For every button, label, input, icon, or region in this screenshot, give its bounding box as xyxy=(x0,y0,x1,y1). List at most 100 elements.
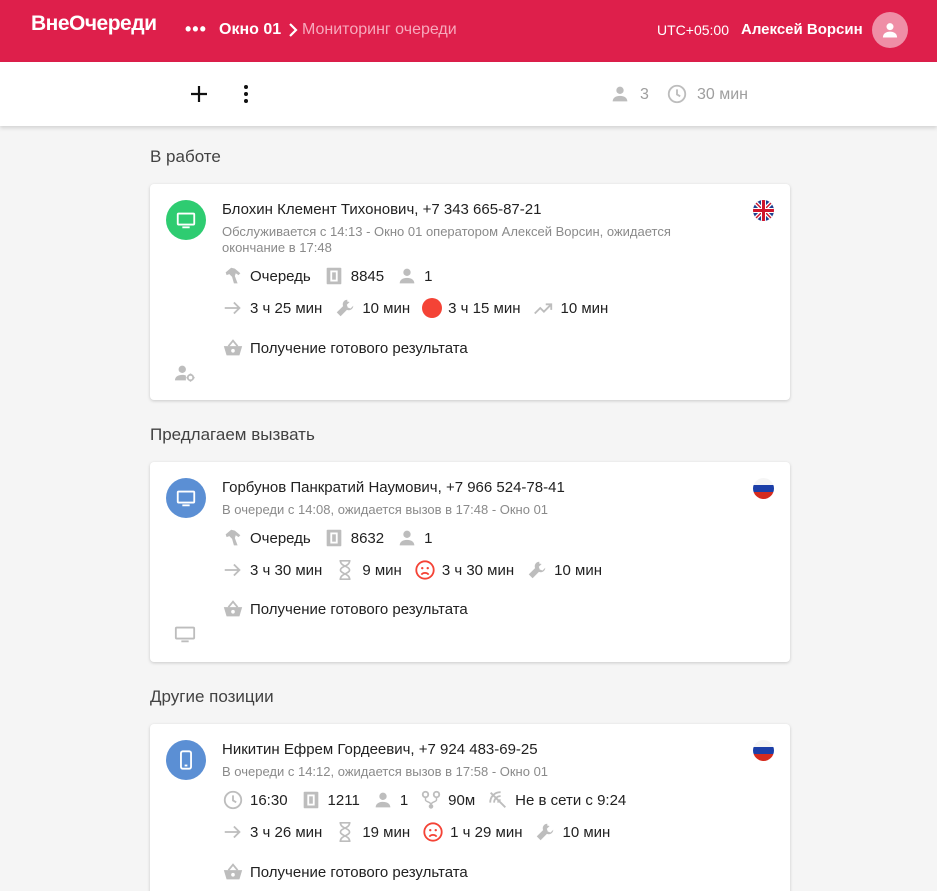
service-name: Получение готового результата xyxy=(250,863,468,881)
wait-time: 9 мин xyxy=(362,561,402,579)
brand-logo[interactable]: ВнеОчереди xyxy=(31,12,157,36)
duration: 3 ч 26 мин xyxy=(250,823,323,841)
queue-card[interactable]: Горбунов Панкратий Наумович, +7 966 524-… xyxy=(150,462,790,662)
app-header: ВнеОчереди ••• Окно 01 Мониторинг очеред… xyxy=(0,0,937,62)
appointment-time: 16:30 xyxy=(250,791,288,809)
ticket-number: 1211 xyxy=(327,791,360,809)
service-time: 10 мин xyxy=(554,561,602,579)
persons-count: 1 xyxy=(399,791,409,809)
person-icon xyxy=(396,527,418,549)
queue-card[interactable]: Блохин Клемент Тихонович, +7 343 665-87-… xyxy=(150,184,790,400)
person-icon xyxy=(372,789,394,811)
service-name: Получение готового результата xyxy=(250,339,468,357)
client-type-badge xyxy=(166,478,206,518)
clock-icon xyxy=(222,789,244,811)
client-name: Блохин Клемент Тихонович, +7 343 665-87-… xyxy=(222,201,542,218)
avatar[interactable] xyxy=(872,12,908,48)
trend-time: 10 мин xyxy=(560,299,609,317)
sad-time: 3 ч 30 мин xyxy=(441,561,515,579)
client-status: В очереди с 14:08, ожидается вызов в 17:… xyxy=(222,502,549,517)
client-name: Никитин Ефрем Гордеевич, +7 924 483-69-2… xyxy=(222,741,538,758)
wait-time: 30 мин xyxy=(697,86,749,103)
ticket-icon xyxy=(323,265,345,287)
basket-icon xyxy=(222,861,244,883)
distance: 90м xyxy=(448,791,476,809)
hourglass-icon xyxy=(334,821,356,843)
sad-face-icon xyxy=(422,821,444,843)
card-service-row: Получение готового результата xyxy=(222,336,480,360)
monitor-icon[interactable] xyxy=(174,623,196,645)
duration: 3 ч 30 мин xyxy=(250,561,323,579)
card-info-row: Очередь 8632 1 xyxy=(222,526,444,550)
card-info-row: 16:30 1211 1 90м Не в сети с 9:24 xyxy=(222,788,638,812)
wrench-icon xyxy=(534,821,556,843)
person-icon xyxy=(612,86,628,102)
account-icon xyxy=(882,23,898,38)
arrow-right-icon xyxy=(222,821,244,843)
queue-card[interactable]: Никитин Ефрем Гордеевич, +7 924 483-69-2… xyxy=(150,724,790,891)
status-time: 3 ч 15 мин xyxy=(448,299,521,317)
monitor-icon xyxy=(176,490,196,507)
offline-status: Не в сети с 9:24 xyxy=(515,791,627,809)
ticket-icon xyxy=(300,789,322,811)
client-name: Горбунов Панкратий Наумович, +7 966 524-… xyxy=(222,479,565,496)
smartphone-icon xyxy=(180,750,192,770)
card-info-row: Очередь 8845 1 xyxy=(222,264,444,288)
ticket-number: 8632 xyxy=(350,529,385,547)
person-icon xyxy=(396,265,418,287)
user-name[interactable]: Алексей Ворсин xyxy=(741,21,863,38)
card-service-row: Получение готового результата xyxy=(222,860,480,884)
breadcrumb-page: Мониторинг очереди xyxy=(302,21,457,38)
ticket-icon xyxy=(323,527,345,549)
section-title-other: Другие позиции xyxy=(150,687,274,706)
trending-up-icon xyxy=(532,297,554,319)
wait-time: 19 мин xyxy=(362,823,411,841)
status-red-dot-icon xyxy=(422,298,443,318)
route-icon xyxy=(420,789,442,811)
sad-time: 1 ч 29 мин xyxy=(450,823,523,841)
more-vert-icon[interactable] xyxy=(236,83,256,105)
queue-horse-icon xyxy=(222,265,244,287)
client-type-badge xyxy=(166,740,206,780)
no-signal-icon xyxy=(487,789,509,811)
queue-label: Очередь xyxy=(250,267,311,285)
service-time: 10 мин xyxy=(562,823,611,841)
more-menu-button[interactable]: ••• xyxy=(185,20,207,38)
service-name: Получение готового результата xyxy=(250,600,468,618)
section-title-suggest: Предлагаем вызвать xyxy=(150,425,315,444)
hourglass-icon xyxy=(334,559,356,581)
sad-face-icon xyxy=(414,559,436,581)
people-count: 3 xyxy=(640,86,649,103)
wrench-icon xyxy=(334,297,356,319)
persons-count: 1 xyxy=(424,267,433,285)
client-status: Обслуживается с 14:13 - Окно 01 оператор… xyxy=(222,224,671,255)
timezone-label: UTC+05:00 xyxy=(657,22,729,38)
arrow-right-icon xyxy=(222,297,244,319)
clock-icon xyxy=(667,84,687,104)
flag-ru-icon xyxy=(753,740,774,761)
card-timing-row: 3 ч 26 мин 19 мин 1 ч 29 мин 10 мин xyxy=(222,820,622,844)
flag-uk-icon xyxy=(753,200,774,221)
card-timing-row: 3 ч 25 мин 10 мин 3 ч 15 мин 10 мин xyxy=(222,296,620,320)
basket-icon xyxy=(222,337,244,359)
duration: 3 ч 25 мин xyxy=(250,299,323,317)
persons-count: 1 xyxy=(424,529,433,547)
service-time: 10 мин xyxy=(362,299,411,317)
monitor-icon xyxy=(176,212,196,229)
chevron-right-icon xyxy=(289,23,298,37)
operator-settings-icon[interactable] xyxy=(174,362,196,384)
basket-icon xyxy=(222,598,244,620)
ticket-number: 8845 xyxy=(350,267,385,285)
add-icon[interactable] xyxy=(188,83,210,105)
queue-label: Очередь xyxy=(250,529,311,547)
wrench-icon xyxy=(526,559,548,581)
client-type-badge xyxy=(166,200,206,240)
arrow-right-icon xyxy=(222,559,244,581)
toolbar: 3 30 мин xyxy=(0,62,937,126)
card-service-row: Получение готового результата xyxy=(222,597,480,621)
client-status: В очереди с 14:12, ожидается вызов в 17:… xyxy=(222,764,549,779)
queue-horse-icon xyxy=(222,527,244,549)
card-timing-row: 3 ч 30 мин 9 мин 3 ч 30 мин 10 мин xyxy=(222,558,614,582)
breadcrumb-window[interactable]: Окно 01 xyxy=(219,21,281,39)
flag-ru-icon xyxy=(753,478,774,499)
